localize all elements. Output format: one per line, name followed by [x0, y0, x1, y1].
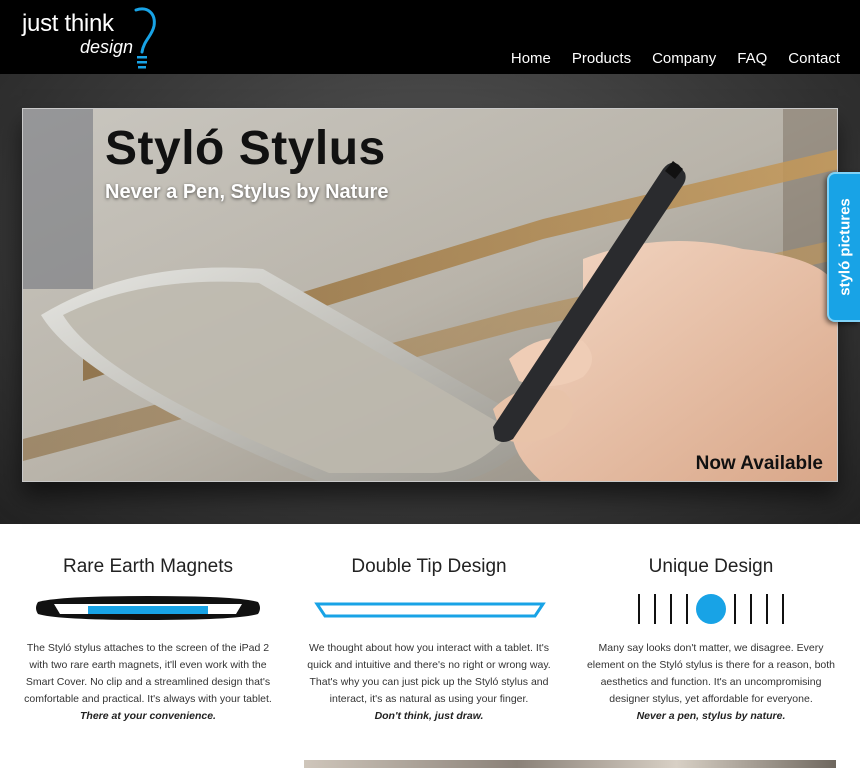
feature-tagline: There at your convenience.: [80, 710, 216, 722]
feature-body: We thought about how you interact with a…: [307, 642, 551, 705]
feature-title: Double Tip Design: [351, 556, 507, 577]
hero-subtitle: Never a Pen, Stylus by Nature: [105, 181, 389, 203]
bottom-photo-strip: [304, 760, 836, 768]
lightbulb-icon: [134, 7, 156, 69]
feature-tagline: Never a pen, stylus by nature.: [636, 710, 786, 722]
nav-company[interactable]: Company: [652, 50, 716, 67]
stylo-pictures-tab[interactable]: styló pictures: [827, 172, 860, 322]
hero-title: Styló Stylus: [105, 122, 386, 175]
feature-unique: Unique Design Many say looks don't matte…: [581, 556, 841, 725]
feature-body: Many say looks don't matter, we disagree…: [586, 642, 836, 705]
logo[interactable]: just think design: [22, 4, 162, 70]
feature-body: The Styló stylus attaches to the screen …: [24, 642, 272, 705]
feature-magnets: Rare Earth Magnets The Styló stylus atta…: [18, 556, 278, 725]
logo-line-1: just think: [22, 10, 114, 37]
stylo-pictures-label: styló pictures: [836, 198, 853, 296]
feature-tagline: Don't think, just draw.: [374, 710, 484, 722]
feature-double-tip: Double Tip Design We thought about how y…: [299, 556, 559, 725]
stylus-tip-icon: [299, 592, 559, 628]
hero-banner[interactable]: Styló Stylus Never a Pen, Stylus by Natu…: [22, 108, 838, 482]
main-nav: Home Products Company FAQ Contact: [511, 50, 840, 67]
nav-faq[interactable]: FAQ: [737, 50, 767, 67]
now-available-label: Now Available: [695, 453, 823, 474]
design-lines-icon: [581, 592, 841, 628]
feature-title: Rare Earth Magnets: [62, 556, 234, 577]
nav-contact[interactable]: Contact: [788, 50, 840, 67]
feature-title: Unique Design: [648, 556, 774, 577]
tablet-icon: [18, 592, 278, 628]
nav-home[interactable]: Home: [511, 50, 551, 67]
nav-products[interactable]: Products: [572, 50, 631, 67]
site-header: just think design Home Products Company …: [0, 0, 860, 74]
